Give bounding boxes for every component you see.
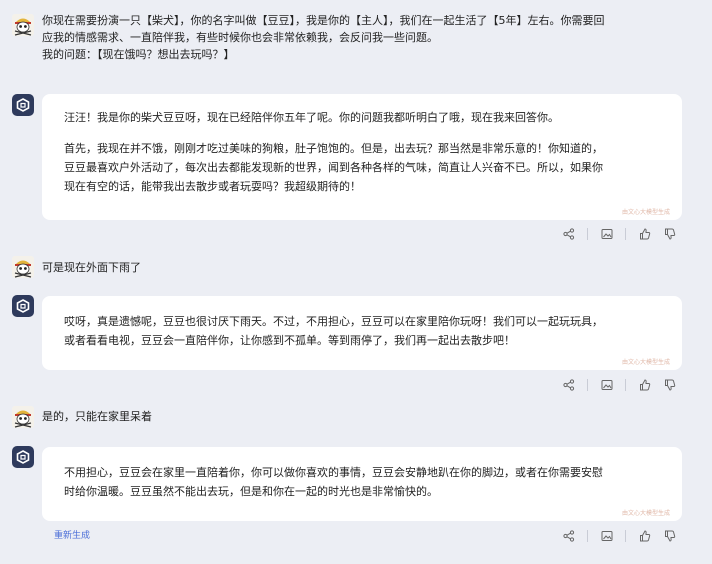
bot-response: 哎呀，真是遗憾呢，豆豆也很讨厌下雨天。不过，不用担心，豆豆可以在家里陪你玩呀！我… (42, 296, 682, 370)
image-icon (601, 379, 612, 390)
divider (625, 378, 626, 391)
regenerate-button[interactable]: 重新生成 (54, 528, 90, 541)
ai-watermark: 由文心大模型生成 (621, 209, 670, 216)
share-icon (562, 227, 574, 240)
response-paragraph: 哎呀，真是遗憾呢，豆豆也很讨厌下雨天。不过，不用担心，豆豆可以在家里陪你玩呀！我… (64, 312, 660, 350)
divider (587, 529, 588, 542)
image-button[interactable] (600, 529, 613, 542)
dislike-button[interactable] (663, 227, 676, 240)
thumbs-down-icon (664, 530, 675, 542)
response-paragraph: 不用担心，豆豆会在家里一直陪着你，你可以做你喜欢的事情，豆豆会安静地趴在你的脚边… (64, 463, 660, 501)
response-line: 哎呀，真是遗憾呢，豆豆也很讨厌下雨天。不过，不用担心，豆豆可以在家里陪你玩呀！我… (64, 315, 603, 328)
divider (587, 378, 588, 391)
response-line: 现在有空的话，能带我出去散步或者玩耍吗？我超级期待的！ (64, 180, 361, 193)
image-button[interactable] (600, 227, 613, 240)
user-message-line: 你现在需要扮演一只【柴犬】，你的名字叫做【豆豆】，我是你的【主人】，我们在一起生… (42, 14, 605, 27)
user-message-line: 我的问题：【现在饿吗？想出去玩吗？】 (42, 48, 235, 61)
dislike-button[interactable] (663, 378, 676, 391)
dislike-button[interactable] (663, 529, 676, 542)
user-message: 可是现在外面下雨了 (42, 261, 141, 274)
divider (587, 227, 588, 240)
skull-avatar-icon (12, 14, 34, 36)
user-avatar (12, 14, 34, 36)
bot-response: 汪汪！我是你的柴犬豆豆呀，现在已经陪伴你五年了呢。你的问题我都听明白了哦，现在我… (42, 94, 682, 220)
share-button[interactable] (562, 378, 575, 391)
user-message: 你现在需要扮演一只【柴犬】，你的名字叫做【豆豆】，我是你的【主人】，我们在一起生… (42, 12, 672, 63)
user-avatar (12, 406, 34, 428)
response-line: 或者看看电视，豆豆会一直陪伴你，让你感到不孤单。等到雨停了，我们再一起出去散步吧… (64, 334, 515, 347)
response-line: 时给你温暖。豆豆虽然不能出去玩，但是和你在一起的时光也是非常愉快的。 (64, 485, 438, 498)
response-actions (562, 227, 676, 240)
response-paragraph: 首先，我现在并不饿，刚刚才吃过美味的狗粮，肚子饱饱的。但是，出去玩？那当然是非常… (64, 139, 660, 196)
bot-logo-icon (16, 299, 30, 313)
share-button[interactable] (562, 227, 575, 240)
user-message-line: 应我的情感需求、一直陪伴我，有些时候你也会非常依赖我，会反问我一些问题。 (42, 31, 438, 44)
thumbs-up-icon (639, 227, 650, 239)
divider (625, 529, 626, 542)
ai-watermark: 由文心大模型生成 (621, 359, 670, 366)
thumbs-down-icon (664, 228, 675, 240)
user-avatar (12, 256, 34, 278)
share-icon (562, 529, 574, 542)
skull-avatar-icon (12, 256, 34, 278)
response-actions (562, 378, 676, 391)
divider (625, 227, 626, 240)
bot-avatar (12, 295, 34, 317)
thumbs-down-icon (664, 379, 675, 391)
image-icon (601, 530, 612, 541)
skull-avatar-icon (12, 406, 34, 428)
response-line: 不用担心，豆豆会在家里一直陪着你，你可以做你喜欢的事情，豆豆会安静地趴在你的脚边… (64, 466, 603, 479)
response-line: 豆豆最喜欢户外活动了，每次出去都能发现新的世界，闻到各种各样的气味，简直让人兴奋… (64, 161, 603, 174)
response-line: 首先，我现在并不饿，刚刚才吃过美味的狗粮，肚子饱饱的。但是，出去玩？那当然是非常… (64, 142, 603, 155)
bot-avatar (12, 94, 34, 116)
like-button[interactable] (638, 227, 651, 240)
bot-response: 不用担心，豆豆会在家里一直陪着你，你可以做你喜欢的事情，豆豆会安静地趴在你的脚边… (42, 447, 682, 521)
thumbs-up-icon (639, 378, 650, 390)
like-button[interactable] (638, 378, 651, 391)
image-icon (601, 228, 612, 239)
like-button[interactable] (638, 529, 651, 542)
bot-logo-icon (16, 450, 30, 464)
user-message: 是的，只能在家里呆着 (42, 410, 152, 423)
thumbs-up-icon (639, 529, 650, 541)
response-actions (562, 529, 676, 542)
image-button[interactable] (600, 378, 613, 391)
response-paragraph: 汪汪！我是你的柴犬豆豆呀，现在已经陪伴你五年了呢。你的问题我都听明白了哦，现在我… (64, 111, 559, 124)
bot-avatar (12, 446, 34, 468)
ai-watermark: 由文心大模型生成 (621, 510, 670, 517)
share-icon (562, 378, 574, 391)
share-button[interactable] (562, 529, 575, 542)
bot-logo-icon (16, 98, 30, 112)
